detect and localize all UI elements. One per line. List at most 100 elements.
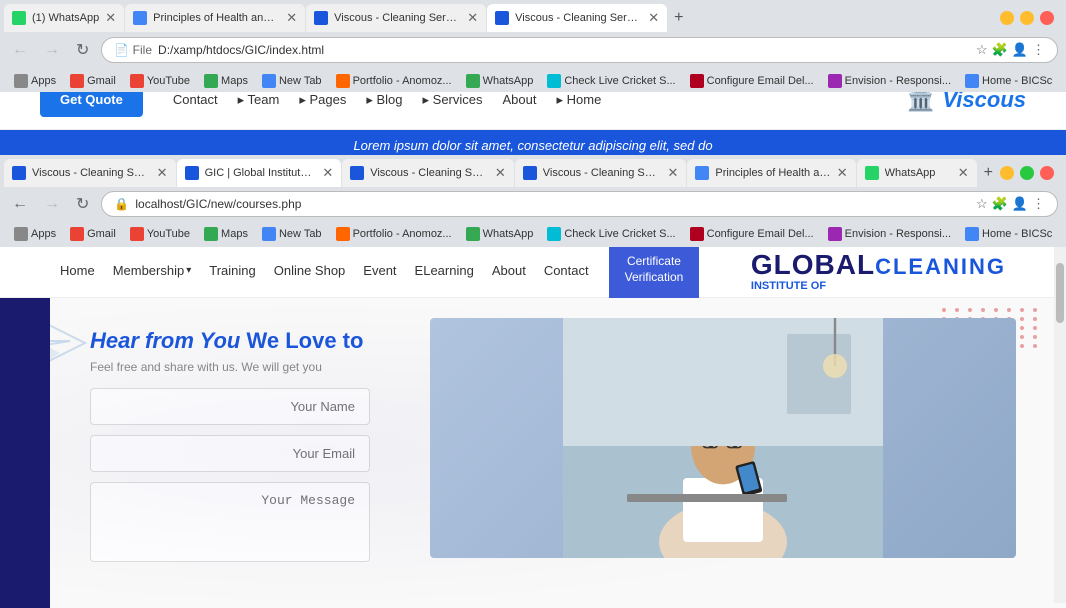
nav-blog[interactable]: ▸ Blog (366, 92, 402, 108)
bm-label: Configure Email Del... (707, 228, 814, 240)
nav-team[interactable]: ▸ Team (238, 92, 280, 108)
contact-image-area (430, 318, 1016, 588)
tab-close-icon[interactable]: ✕ (958, 165, 969, 181)
certificate-verification-button[interactable]: CertificateVerification (609, 242, 700, 297)
dot (1033, 326, 1037, 330)
gic-nav-membership[interactable]: Membership ▾ (113, 263, 192, 278)
minimize-button[interactable] (1000, 11, 1014, 25)
menu-icon2[interactable]: ⋮ (1032, 196, 1045, 212)
bm2-apps[interactable]: Apps (8, 225, 62, 243)
tab-close-icon[interactable]: ✕ (105, 10, 116, 26)
close-button[interactable] (1040, 11, 1054, 25)
forward-button2[interactable]: → (40, 193, 64, 215)
tab-viscous1[interactable]: Viscous - Cleaning Services HTM ✕ (306, 4, 486, 32)
new-tab-button[interactable]: + (668, 9, 689, 27)
tab-favicon (523, 166, 537, 180)
forward-button[interactable]: → (40, 39, 64, 61)
bookmark-aics[interactable]: aics (1060, 72, 1066, 90)
gic-nav-training[interactable]: Training (209, 263, 255, 278)
extension-icon[interactable]: 🧩 (992, 42, 1008, 58)
nav-services[interactable]: ▸ Services (423, 92, 483, 108)
bm2-aics[interactable]: aics (1060, 225, 1066, 243)
refresh-button[interactable]: ↻ (72, 38, 93, 62)
tab-gic[interactable]: GIC | Global Institute of Clean ✕ (177, 159, 342, 187)
nav-about[interactable]: About (503, 92, 537, 107)
bm2-envision[interactable]: Envision - Responsi... (822, 225, 957, 243)
gic-nav-elearning[interactable]: ELearning (415, 263, 474, 278)
gic-logo-cleaning: CLEANING (875, 254, 1006, 279)
dot (1007, 308, 1011, 312)
star-icon2[interactable]: ☆ (976, 196, 988, 212)
tab-health[interactable]: Principles of Health and Safety C ✕ (125, 4, 305, 32)
tab-close-icon[interactable]: ✕ (667, 165, 678, 181)
tab-close-icon[interactable]: ✕ (648, 10, 659, 26)
tab-favicon (314, 11, 328, 25)
bm2-email[interactable]: Configure Email Del... (684, 225, 820, 243)
back-button[interactable]: ← (8, 39, 32, 61)
close-button2[interactable] (1040, 166, 1054, 180)
gic-address-bar-row: ← → ↻ 🔒 localhost/GIC/new/courses.php ☆ … (0, 187, 1066, 221)
gic-address-bar[interactable]: 🔒 localhost/GIC/new/courses.php ☆ 🧩 👤 ⋮ (101, 191, 1058, 217)
tab-whatsapp2[interactable]: WhatsApp ✕ (857, 159, 977, 187)
tab-viscous2[interactable]: Viscous - Cleaning Services HTM ✕ (487, 4, 667, 32)
minimize-button2[interactable] (1000, 166, 1014, 180)
tab-close-icon[interactable]: ✕ (495, 165, 506, 181)
maximize-button2[interactable] (1020, 166, 1034, 180)
tab-viscous5[interactable]: Viscous - Cleaning Services HT ✕ (515, 159, 687, 187)
banner-text: Lorem ipsum dolor sit amet, consectetur … (353, 138, 712, 153)
star-icon[interactable]: ☆ (976, 42, 988, 58)
menu-icon[interactable]: ⋮ (1032, 42, 1045, 58)
gmail-icon2 (70, 227, 84, 241)
tab-close-icon[interactable]: ✕ (837, 165, 848, 181)
bookmark-envision[interactable]: Envision - Responsi... (822, 72, 957, 90)
scrollbar-thumb[interactable] (1056, 263, 1064, 323)
nav-pages[interactable]: ▸ Pages (299, 92, 346, 108)
dot (1020, 308, 1024, 312)
bookmark-apps[interactable]: Apps (8, 72, 62, 90)
extension-icon2[interactable]: 🧩 (992, 196, 1008, 212)
bookmark-bics[interactable]: Home - BICSc (959, 72, 1058, 90)
nav-home[interactable]: ▸ Home (557, 92, 602, 108)
bm2-cricket[interactable]: Check Live Cricket S... (541, 225, 681, 243)
new-tab-button2[interactable]: + (978, 164, 999, 182)
bm2-portfolio[interactable]: Portfolio - Anomoz... (330, 225, 458, 243)
bookmark-cricket[interactable]: Check Live Cricket S... (541, 72, 681, 90)
gic-nav-about[interactable]: About (492, 263, 526, 278)
tab-whatsapp[interactable]: (1) WhatsApp ✕ (4, 4, 124, 32)
page-scrollbar[interactable] (1054, 243, 1066, 603)
gic-nav-online-shop[interactable]: Online Shop (274, 263, 346, 278)
gic-nav-contact[interactable]: Contact (544, 263, 589, 278)
gic-nav-home[interactable]: Home (60, 263, 95, 278)
gmail-icon (70, 74, 84, 88)
tab-close-icon[interactable]: ✕ (467, 10, 478, 26)
bookmark-gmail[interactable]: Gmail (64, 72, 122, 90)
bm2-gmail[interactable]: Gmail (64, 225, 122, 243)
window-controls2 (1000, 166, 1062, 180)
address-bar[interactable]: 📄 File D:/xamp/htdocs/GIC/index.html ☆ 🧩… (101, 37, 1058, 63)
bm2-whatsapp[interactable]: WhatsApp (460, 225, 540, 243)
tab-viscous4[interactable]: Viscous - Cleaning Services HT ✕ (342, 159, 514, 187)
maximize-button[interactable] (1020, 11, 1034, 25)
tab-close-icon[interactable]: ✕ (157, 165, 168, 181)
tab-viscous3[interactable]: Viscous - Cleaning Services HT ✕ (4, 159, 176, 187)
bookmark-newtab[interactable]: New Tab (256, 72, 328, 90)
refresh-button2[interactable]: ↻ (72, 192, 93, 216)
profile-icon[interactable]: 👤 (1012, 42, 1028, 58)
tab-close-icon[interactable]: ✕ (286, 10, 297, 26)
bookmark-email[interactable]: Configure Email Del... (684, 72, 820, 90)
gic-nav-event[interactable]: Event (363, 263, 396, 278)
bm2-maps[interactable]: Maps (198, 225, 254, 243)
bm2-newtab[interactable]: New Tab (256, 225, 328, 243)
tab-close-icon[interactable]: ✕ (322, 165, 333, 181)
bm2-bics[interactable]: Home - BICSc (959, 225, 1058, 243)
bookmark-whatsapp[interactable]: WhatsApp (460, 72, 540, 90)
bookmark-portfolio[interactable]: Portfolio - Anomoz... (330, 72, 458, 90)
nav-contact[interactable]: Contact (173, 92, 218, 107)
profile-icon2[interactable]: 👤 (1012, 196, 1028, 212)
dot (1033, 308, 1037, 312)
tab-health2[interactable]: Principles of Health and Safety ✕ (687, 159, 855, 187)
bookmark-youtube[interactable]: YouTube (124, 72, 196, 90)
back-button2[interactable]: ← (8, 193, 32, 215)
bookmark-maps[interactable]: Maps (198, 72, 254, 90)
bm2-youtube[interactable]: YouTube (124, 225, 196, 243)
